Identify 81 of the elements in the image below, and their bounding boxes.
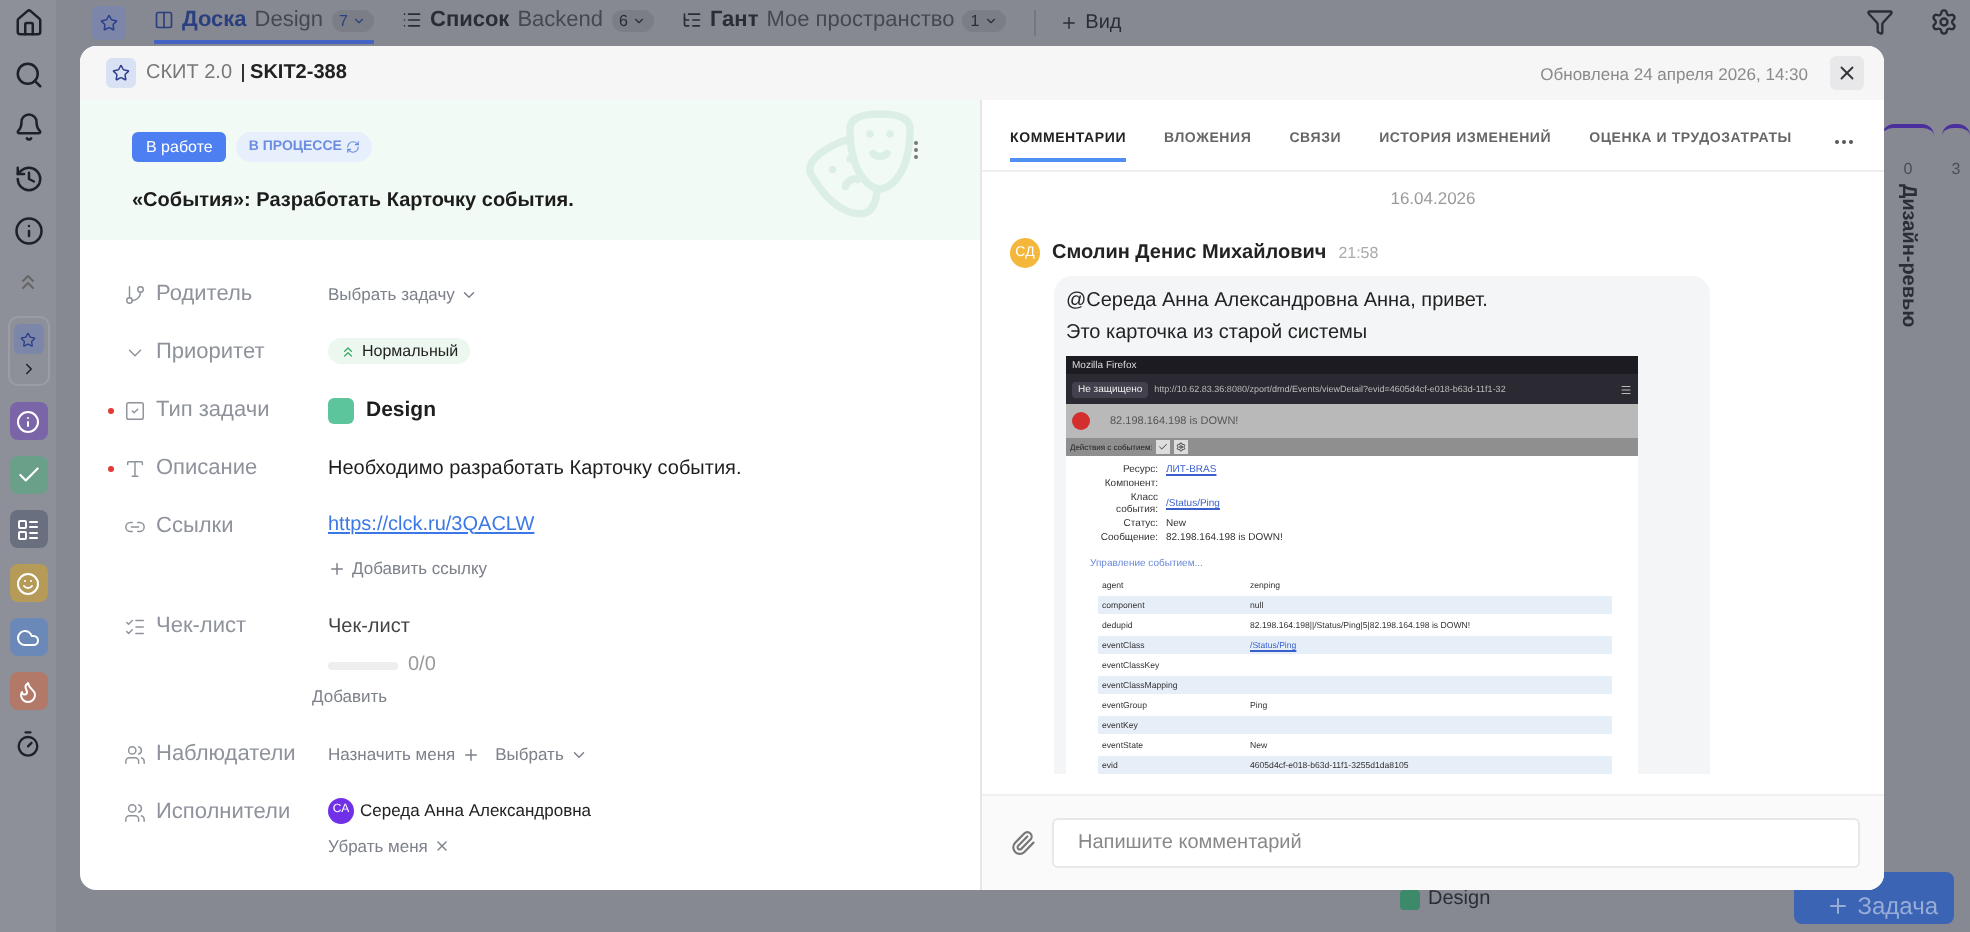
status-button[interactable]: В работе (132, 132, 227, 162)
field-label: Чек-лист (156, 614, 247, 638)
assignee-name: Середа Анна Александровна (360, 800, 592, 820)
comment-author: Смолин Денис Михайлович (1052, 242, 1327, 264)
check-icon (1156, 440, 1171, 454)
task-type-icon (1400, 889, 1420, 909)
project-logo-icon (92, 5, 126, 39)
task-type: Design (366, 398, 437, 422)
task-type-icon (328, 397, 354, 423)
close-icon (433, 838, 450, 854)
columns-icon (154, 10, 174, 30)
close-button[interactable] (1830, 56, 1864, 90)
checkbox-square-icon (124, 399, 150, 421)
caret-icon (631, 13, 646, 27)
field-label: Приоритет (156, 340, 265, 364)
plus-icon (461, 745, 480, 763)
project-logo-icon (106, 58, 136, 88)
updated-date: Обновлена 24 апреля 2026, 14:30 (1540, 63, 1808, 83)
field-label: Наблюдатели (156, 742, 296, 766)
users-icon (124, 801, 150, 823)
comment-text: @Середа Анна Александровна Анна, привет. (1066, 288, 1490, 316)
list-icon (402, 10, 422, 30)
remove-me-button[interactable]: Убрать меня (328, 828, 450, 864)
smile-app-icon[interactable] (9, 564, 47, 602)
branch-icon (124, 283, 150, 305)
comment-time: 21:58 (1338, 244, 1379, 262)
column-count: 0 (1903, 160, 1913, 178)
field-label: Ссылки (156, 514, 234, 538)
plus-icon (1825, 894, 1850, 918)
double-chevron-up-icon (340, 343, 356, 359)
add-checklist-button[interactable]: Добавить (312, 678, 388, 714)
field-label: Тип задачи (156, 398, 270, 422)
parent-select[interactable]: Выбрать задачу (328, 276, 479, 312)
refresh-icon (345, 140, 360, 154)
caret-icon (352, 13, 366, 27)
filter-icon[interactable] (1862, 4, 1898, 40)
field-label: Родитель (156, 282, 253, 306)
checklist-icon (124, 615, 150, 637)
paperclip-icon[interactable] (1010, 830, 1036, 856)
close-icon (1836, 62, 1858, 84)
home-icon[interactable] (10, 4, 46, 40)
info-app-icon[interactable] (9, 402, 47, 440)
caret-icon (983, 13, 998, 27)
cloud-app-icon[interactable] (9, 618, 47, 656)
date-divider: 16.04.2026 (1390, 188, 1476, 208)
settings-icon[interactable] (1926, 4, 1962, 40)
project-switcher[interactable] (7, 316, 49, 386)
priority-tag[interactable]: Нормальный (328, 338, 471, 364)
menu-icon (1620, 383, 1632, 395)
plus-icon (1059, 13, 1078, 31)
flame-app-icon[interactable] (9, 672, 47, 710)
assign-me-button[interactable]: Назначить меня (328, 736, 480, 772)
field-label: Исполнители (156, 800, 291, 824)
info-icon[interactable] (10, 212, 46, 248)
project-name: СКИТ 2.0 (146, 62, 233, 84)
description-text: Необходимо разработать Карточку события. (328, 455, 742, 483)
gantt-icon (681, 10, 702, 30)
layout-app-icon[interactable] (9, 510, 47, 548)
plus-icon (328, 559, 346, 577)
check-app-icon[interactable] (9, 456, 47, 494)
task-title: «События»: Разработать Карточку события. (132, 190, 576, 212)
gear-icon (1174, 440, 1189, 454)
card-type: Design (1428, 888, 1491, 910)
theater-masks-icon (800, 104, 920, 224)
add-link-button[interactable]: Добавить ссылку (328, 550, 488, 586)
comment-text: Это карточка из старой системы (1066, 320, 1370, 348)
project-logo-icon (13, 324, 43, 354)
users-icon (124, 743, 150, 765)
alert-icon (1072, 412, 1090, 430)
field-label: Описание (156, 456, 258, 480)
checklist-title: Чек-лист (328, 613, 410, 641)
column-count: 3 (1951, 160, 1961, 178)
column-title: Дизайн-ревью (1897, 184, 1919, 328)
progress-count: 0/0 (408, 654, 436, 676)
view-tab[interactable]: Гант Мое пространство 1 (681, 0, 1006, 44)
add-view-button[interactable]: Вид (1033, 9, 1134, 35)
task-key: SKIT2-388 (242, 64, 347, 82)
comment-field[interactable]: Напишите комментарий (1052, 818, 1860, 868)
view-tab[interactable]: Список Backend 6 (402, 0, 654, 44)
link[interactable]: https://clck.ru/3QACLW (328, 508, 535, 540)
pick-watchers-select[interactable]: Выбрать (495, 736, 588, 772)
